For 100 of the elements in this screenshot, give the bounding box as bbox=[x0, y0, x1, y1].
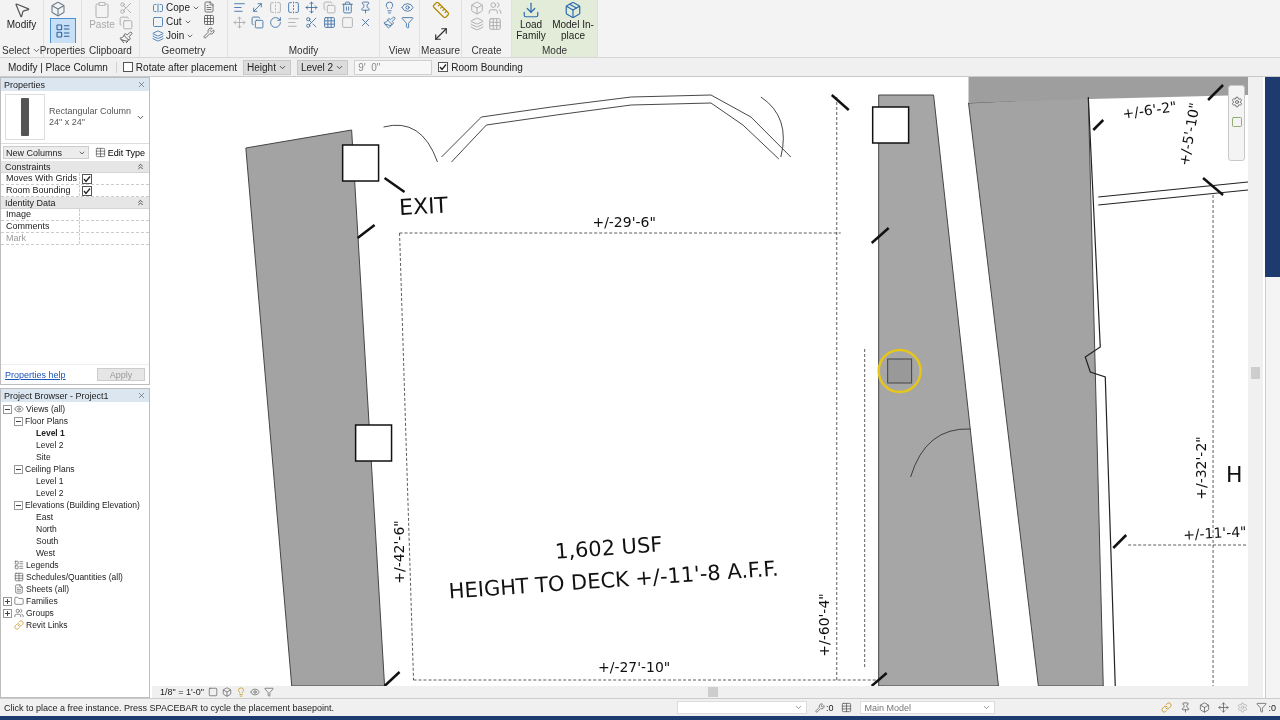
tree-item[interactable]: South bbox=[36, 536, 59, 546]
model-dropdown[interactable]: Main Model bbox=[860, 701, 996, 714]
properties-toggle[interactable] bbox=[49, 18, 76, 43]
modify-button[interactable]: Modify bbox=[1, 1, 42, 30]
depth-dropdown[interactable]: Height bbox=[243, 59, 291, 75]
download-icon bbox=[522, 1, 540, 19]
rotate-icon[interactable] bbox=[269, 16, 282, 29]
delete-icon[interactable] bbox=[341, 1, 354, 14]
mirror-icon[interactable] bbox=[269, 1, 282, 14]
pin-icon[interactable] bbox=[359, 1, 372, 14]
caret-icon[interactable] bbox=[982, 703, 992, 712]
checkbox-label: Room Bounding bbox=[451, 61, 523, 73]
edit-type-button[interactable]: Edit Type bbox=[92, 147, 147, 158]
lightbulb-icon[interactable] bbox=[383, 1, 396, 14]
drag-icon[interactable] bbox=[1218, 702, 1230, 713]
collapse-icon[interactable] bbox=[14, 464, 23, 474]
collapse-icon[interactable] bbox=[14, 416, 23, 426]
align-icon[interactable] bbox=[233, 1, 246, 14]
checkbox[interactable] bbox=[82, 173, 92, 184]
panel-label: View bbox=[388, 44, 411, 56]
model-in-place-button[interactable]: Model In-place bbox=[551, 1, 595, 41]
tree-item[interactable]: Level 2 bbox=[36, 488, 64, 498]
property-label: Room Bounding bbox=[5, 185, 71, 196]
tree-item[interactable]: Legends bbox=[26, 560, 59, 570]
ruler-icon[interactable] bbox=[431, 1, 450, 19]
tree-item[interactable]: Elevations (Building Elevation) bbox=[25, 500, 140, 510]
collapse-icon[interactable] bbox=[3, 404, 12, 414]
wrench-icon[interactable] bbox=[202, 27, 215, 39]
move-icon[interactable] bbox=[305, 1, 318, 14]
duplicate-icon[interactable] bbox=[251, 16, 264, 29]
context-label: Modify | Place Column bbox=[8, 61, 117, 73]
split-icon[interactable] bbox=[305, 16, 318, 29]
checkbox[interactable] bbox=[438, 62, 449, 72]
brush-icon[interactable] bbox=[119, 31, 133, 43]
tree-item[interactable]: Level 2 bbox=[36, 440, 64, 450]
panel-label: Clipboard bbox=[89, 44, 132, 56]
select-links-icon[interactable] bbox=[1161, 702, 1173, 713]
filter-icon[interactable] bbox=[1256, 702, 1268, 713]
group-icon[interactable] bbox=[488, 1, 502, 15]
tree-item[interactable]: Floor Plans bbox=[25, 416, 68, 426]
brush-icon[interactable] bbox=[383, 16, 396, 29]
room-label: 1,602 USF bbox=[554, 532, 664, 564]
tree-item[interactable]: Families bbox=[26, 596, 58, 606]
vertical-scrollbar[interactable] bbox=[1248, 77, 1263, 686]
cursor-icon[interactable] bbox=[12, 1, 31, 19]
dimension-label: +/-29'-6" bbox=[592, 214, 656, 230]
move-arrows-icon[interactable] bbox=[233, 16, 246, 29]
expand-icon[interactable] bbox=[3, 608, 12, 618]
scale-label[interactable]: 1/8" = 1'-0" bbox=[160, 687, 204, 697]
mirror-axis-icon[interactable] bbox=[287, 1, 300, 14]
dimension-label: +/-5'-10" bbox=[1175, 101, 1203, 167]
panel-title: Properties bbox=[4, 79, 46, 90]
tree-item[interactable]: Revit Links bbox=[26, 620, 68, 630]
checkbox[interactable] bbox=[122, 62, 133, 72]
scissors-icon[interactable] bbox=[119, 1, 133, 15]
document-icon[interactable] bbox=[202, 1, 215, 13]
tree-item[interactable]: Schedules/Quantities (all) bbox=[26, 572, 123, 582]
geometry-tool-button[interactable]: Cope bbox=[152, 1, 200, 14]
tree-item[interactable]: Groups bbox=[26, 608, 54, 618]
panel-label: Properties bbox=[39, 44, 86, 56]
select-pinned-icon[interactable] bbox=[1180, 702, 1192, 713]
close-icon[interactable] bbox=[137, 391, 146, 400]
tree-item[interactable]: Sheets (all) bbox=[26, 584, 69, 594]
tree-item[interactable]: Site bbox=[36, 452, 51, 462]
load-family-button[interactable]: Load Family bbox=[514, 1, 548, 41]
offset-field[interactable]: 9' 0" bbox=[354, 59, 433, 75]
array-icon[interactable] bbox=[323, 16, 336, 29]
help-link[interactable]: Properties help bbox=[5, 369, 66, 380]
navigation-bar[interactable] bbox=[1228, 85, 1245, 161]
tree-item[interactable]: East bbox=[36, 512, 53, 522]
tree-item[interactable]: Level 1 bbox=[36, 428, 65, 438]
tree-item[interactable]: North bbox=[36, 524, 57, 534]
schedule-icon[interactable] bbox=[14, 572, 24, 582]
parts-icon[interactable] bbox=[470, 17, 484, 31]
component-icon[interactable] bbox=[470, 1, 484, 15]
filter-icon[interactable] bbox=[401, 16, 414, 29]
legend-icon[interactable] bbox=[14, 560, 24, 570]
eye-icon[interactable] bbox=[401, 1, 414, 14]
tree-item[interactable]: Ceiling Plans bbox=[25, 464, 75, 474]
geometry-tool-button[interactable]: Join bbox=[152, 29, 200, 42]
caret-icon[interactable] bbox=[793, 703, 803, 712]
status-prompt: Click to place a free instance. Press SPACEBAR to cycle the placement basepoint. bbox=[4, 702, 335, 713]
copy-icon[interactable] bbox=[323, 1, 336, 14]
property-label: Image bbox=[5, 209, 31, 220]
geometry-tool-button[interactable]: Cut bbox=[152, 15, 200, 28]
checkbox[interactable] bbox=[82, 185, 92, 196]
level-dropdown[interactable]: Level 2 bbox=[296, 59, 349, 75]
collapse-icon[interactable] bbox=[14, 500, 23, 510]
property-label: Comments bbox=[5, 221, 50, 232]
tree-item[interactable]: Views (all) bbox=[26, 404, 66, 414]
close-icon[interactable] bbox=[137, 80, 146, 89]
tree-item[interactable]: West bbox=[36, 548, 56, 558]
expand-icon[interactable] bbox=[3, 596, 12, 606]
grid-icon[interactable] bbox=[202, 14, 215, 26]
tree-item[interactable]: Level 1 bbox=[36, 476, 64, 486]
properties-icon bbox=[54, 23, 71, 39]
filter-count: :0 bbox=[1268, 702, 1276, 713]
dimension-label: +/-42'-6" bbox=[390, 520, 407, 584]
panel-label: Select bbox=[2, 44, 30, 56]
instance-filter-dropdown[interactable]: New Columns bbox=[3, 146, 89, 159]
